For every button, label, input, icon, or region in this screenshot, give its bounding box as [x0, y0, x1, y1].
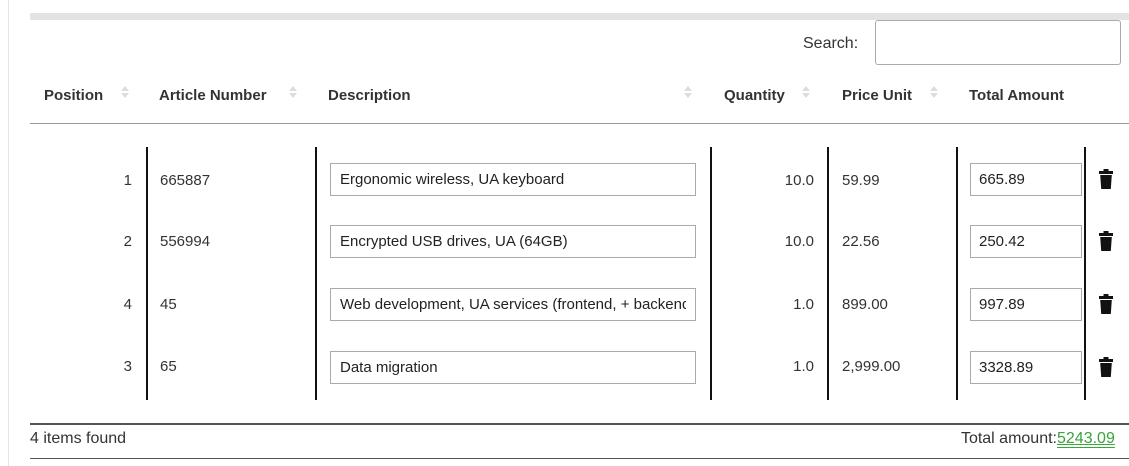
- column-separator: [146, 147, 148, 400]
- table-top-bar: [30, 13, 1129, 20]
- cell-position: 1: [123, 172, 132, 189]
- footer-divider: [30, 423, 1129, 425]
- column-separator: [315, 147, 317, 400]
- cell-quantity: 1.0: [793, 296, 814, 313]
- column-header-article-number[interactable]: Article Number: [159, 87, 267, 104]
- column-separator: [956, 147, 958, 400]
- total-amount-input[interactable]: [970, 163, 1082, 196]
- sort-icon[interactable]: [802, 84, 810, 106]
- total-amount-value[interactable]: 5243.09: [1057, 430, 1115, 448]
- column-header-quantity[interactable]: Quantity: [724, 87, 785, 104]
- description-input[interactable]: [330, 351, 696, 384]
- cell-article-number: 45: [160, 296, 177, 313]
- page-left-border: [8, 0, 9, 466]
- cell-quantity: 10.0: [784, 172, 814, 189]
- search-input[interactable]: [875, 20, 1121, 65]
- column-header-position[interactable]: Position: [44, 87, 103, 104]
- cell-price-unit: 2,999.00: [842, 358, 901, 375]
- trash-icon[interactable]: [1098, 169, 1114, 189]
- items-found-count: 4 items found: [30, 430, 127, 447]
- cell-article-number: 556994: [160, 233, 211, 250]
- column-separator: [710, 147, 712, 400]
- trash-icon[interactable]: [1098, 357, 1114, 377]
- cell-price-unit: 59.99: [842, 172, 880, 189]
- cell-price-unit: 899.00: [842, 296, 888, 313]
- cell-quantity: 1.0: [793, 358, 814, 375]
- search-label: Search:: [803, 35, 859, 52]
- header-divider: [30, 123, 1129, 124]
- column-separator: [1084, 147, 1086, 400]
- cell-article-number: 65: [160, 358, 177, 375]
- column-header-total-amount[interactable]: Total Amount: [969, 87, 1064, 104]
- column-separator: [827, 147, 829, 400]
- sort-icon[interactable]: [121, 84, 129, 106]
- trash-icon[interactable]: [1098, 231, 1114, 251]
- sort-icon[interactable]: [289, 84, 297, 106]
- cell-price-unit: 22.56: [842, 233, 880, 250]
- total-amount-input[interactable]: [970, 351, 1082, 384]
- cell-position: 3: [123, 358, 132, 375]
- description-input[interactable]: [330, 288, 696, 321]
- column-header-description[interactable]: Description: [328, 87, 411, 104]
- cell-article-number: 665887: [160, 172, 211, 189]
- footer-bottom-divider: [30, 458, 1129, 459]
- column-header-price-unit[interactable]: Price Unit: [842, 87, 912, 104]
- sort-icon[interactable]: [684, 84, 692, 106]
- description-input[interactable]: [330, 225, 696, 258]
- total-amount-label: Total amount:: [960, 430, 1057, 447]
- total-amount-input[interactable]: [970, 225, 1082, 258]
- cell-position: 2: [123, 233, 132, 250]
- cell-position: 4: [123, 296, 132, 313]
- description-input[interactable]: [330, 163, 696, 196]
- trash-icon[interactable]: [1098, 294, 1114, 314]
- total-amount-input[interactable]: [970, 288, 1082, 321]
- cell-quantity: 10.0: [784, 233, 814, 250]
- sort-icon[interactable]: [930, 84, 938, 106]
